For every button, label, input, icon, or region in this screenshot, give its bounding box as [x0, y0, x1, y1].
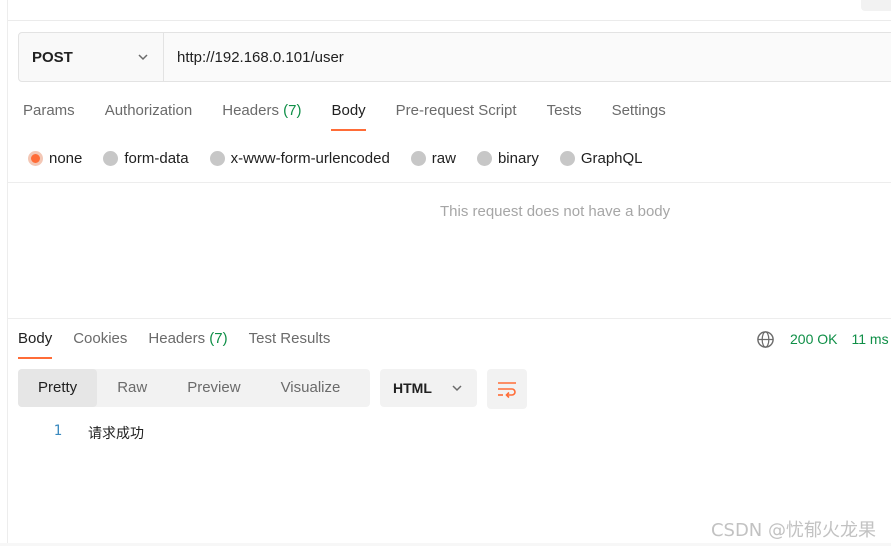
tab-body[interactable]: Body — [331, 100, 366, 132]
tab-tests[interactable]: Tests — [547, 100, 582, 132]
chevron-down-icon — [138, 54, 148, 61]
status-code[interactable]: 200 OK — [790, 331, 837, 347]
mode-raw[interactable]: Raw — [97, 369, 167, 407]
radio-raw[interactable]: raw — [410, 147, 456, 169]
radio-binary[interactable]: binary — [476, 147, 539, 169]
radio-form-data[interactable]: form-data — [103, 147, 189, 169]
radio-button-icon — [103, 150, 119, 166]
request-tabs: Params Authorization Headers (7) Body Pr… — [23, 100, 696, 132]
url-text: http://192.168.0.101/user — [177, 48, 344, 66]
radio-button-icon — [559, 150, 575, 166]
response-status-bar: 200 OK 11 ms — [756, 329, 889, 349]
language-select[interactable]: HTML — [380, 369, 477, 407]
toolbar-button[interactable] — [861, 0, 891, 11]
code-line: 请求成功 — [88, 426, 144, 442]
mode-preview[interactable]: Preview — [167, 369, 260, 407]
body-type-radio-group: none form-data x-www-form-urlencoded raw… — [28, 147, 664, 169]
response-tabs: Body Cookies Headers (7) Test Results — [18, 329, 351, 359]
response-time[interactable]: 11 ms — [851, 331, 888, 347]
radio-button-icon — [209, 150, 225, 166]
radio-button-icon — [476, 150, 492, 166]
tab-headers[interactable]: Headers (7) — [222, 100, 301, 132]
wrap-lines-button[interactable] — [487, 369, 527, 409]
response-body-editor[interactable]: 1 请求成功 — [18, 423, 144, 443]
mode-pretty[interactable]: Pretty — [18, 369, 98, 407]
request-url-bar: POST http://192.168.0.101/user — [18, 32, 891, 82]
line-number: 1 — [53, 423, 62, 439]
method-select[interactable]: POST — [19, 33, 164, 81]
wrap-lines-icon — [498, 382, 516, 399]
response-tab-body[interactable]: Body — [18, 329, 53, 359]
view-mode-segmented-control: Pretty Raw Preview Visualize — [18, 369, 370, 407]
tab-params[interactable]: Params — [23, 100, 75, 132]
response-tab-cookies[interactable]: Cookies — [73, 329, 127, 359]
chevron-down-icon — [452, 385, 462, 392]
tab-settings[interactable]: Settings — [612, 100, 666, 132]
response-tab-headers[interactable]: Headers (7) — [148, 329, 227, 359]
radio-button-icon — [410, 150, 426, 166]
divider — [8, 182, 891, 183]
response-tab-test-results[interactable]: Test Results — [249, 329, 331, 359]
radio-button-icon — [28, 150, 43, 166]
radio-x-www-form-urlencoded[interactable]: x-www-form-urlencoded — [209, 147, 390, 169]
panel-left-border — [7, 0, 8, 546]
globe-icon[interactable] — [756, 330, 775, 349]
language-label: HTML — [393, 380, 432, 396]
mode-visualize[interactable]: Visualize — [261, 369, 361, 407]
tab-pre-request-script[interactable]: Pre-request Script — [396, 100, 517, 132]
radio-none[interactable]: none — [28, 147, 82, 169]
method-label: POST — [32, 48, 73, 66]
url-input[interactable]: http://192.168.0.101/user — [164, 33, 891, 81]
top-toolbar-strip — [8, 0, 891, 21]
headers-count: (7) — [283, 102, 302, 119]
response-headers-count: (7) — [209, 330, 228, 347]
radio-graphql[interactable]: GraphQL — [559, 147, 643, 169]
divider — [8, 318, 891, 319]
tab-authorization[interactable]: Authorization — [105, 100, 193, 132]
watermark: CSDN @忧郁火龙果 — [710, 520, 876, 541]
